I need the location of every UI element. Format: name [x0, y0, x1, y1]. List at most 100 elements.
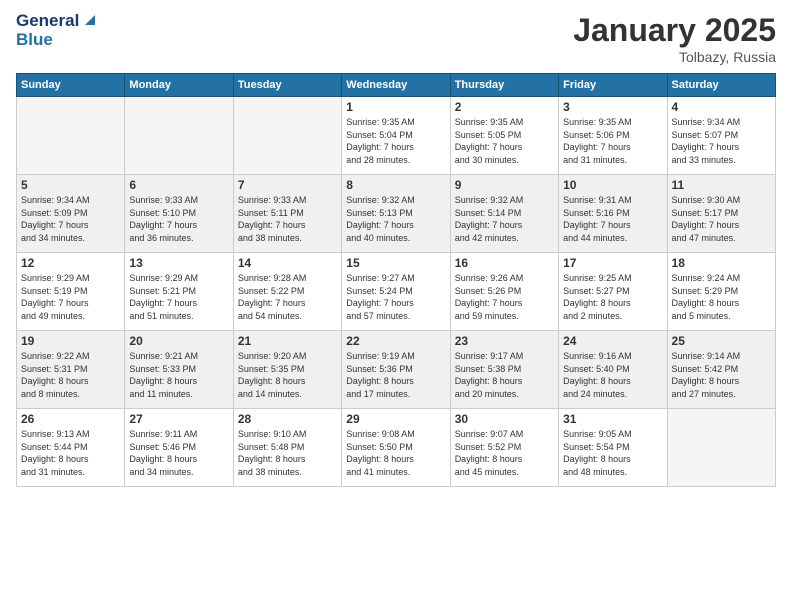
day-number: 5 [21, 178, 120, 192]
day-info: Sunrise: 9:05 AM Sunset: 5:54 PM Dayligh… [563, 428, 662, 478]
day-number: 6 [129, 178, 228, 192]
table-row: 23 Sunrise: 9:17 AM Sunset: 5:38 PM Dayli… [450, 331, 558, 409]
day-number: 31 [563, 412, 662, 426]
day-number: 13 [129, 256, 228, 270]
day-number: 3 [563, 100, 662, 114]
day-info: Sunrise: 9:07 AM Sunset: 5:52 PM Dayligh… [455, 428, 554, 478]
day-info: Sunrise: 9:32 AM Sunset: 5:14 PM Dayligh… [455, 194, 554, 244]
day-info: Sunrise: 9:35 AM Sunset: 5:05 PM Dayligh… [455, 116, 554, 166]
table-row: 31 Sunrise: 9:05 AM Sunset: 5:54 PM Dayli… [559, 409, 667, 487]
table-row: 2Sunrise: 9:35 AM Sunset: 5:05 PM Daylig… [450, 97, 558, 175]
day-info: Sunrise: 9:25 AM Sunset: 5:27 PM Dayligh… [563, 272, 662, 322]
day-info: Sunrise: 9:35 AM Sunset: 5:06 PM Dayligh… [563, 116, 662, 166]
col-tuesday: Tuesday [233, 74, 341, 97]
day-number: 18 [672, 256, 771, 270]
day-info: Sunrise: 9:20 AM Sunset: 5:35 PM Dayligh… [238, 350, 337, 400]
day-info: Sunrise: 9:21 AM Sunset: 5:33 PM Dayligh… [129, 350, 228, 400]
day-info: Sunrise: 9:35 AM Sunset: 5:04 PM Dayligh… [346, 116, 445, 166]
table-row: 26 Sunrise: 9:13 AM Sunset: 5:44 PM Dayli… [17, 409, 125, 487]
day-info: Sunrise: 9:17 AM Sunset: 5:38 PM Dayligh… [455, 350, 554, 400]
calendar-week-row: 1 Sunrise: 9:35 AM Sunset: 5:04 PM Daylig… [17, 97, 776, 175]
day-number: 30 [455, 412, 554, 426]
table-row: 16 Sunrise: 9:26 AM Sunset: 5:26 PM Dayli… [450, 253, 558, 331]
day-info: Sunrise: 9:33 AM Sunset: 5:11 PM Dayligh… [238, 194, 337, 244]
day-info: Sunrise: 9:19 AM Sunset: 5:36 PM Dayligh… [346, 350, 445, 400]
table-row: 22 Sunrise: 9:19 AM Sunset: 5:36 PM Dayli… [342, 331, 450, 409]
table-row: 27Sunrise: 9:11 AM Sunset: 5:46 PM Dayli… [125, 409, 233, 487]
col-wednesday: Wednesday [342, 74, 450, 97]
header: General Blue January 2025 Tolbazy, Russi… [16, 12, 776, 65]
day-info: Sunrise: 9:31 AM Sunset: 5:16 PM Dayligh… [563, 194, 662, 244]
day-number: 16 [455, 256, 554, 270]
day-number: 17 [563, 256, 662, 270]
calendar-week-row: 26 Sunrise: 9:13 AM Sunset: 5:44 PM Dayli… [17, 409, 776, 487]
col-monday: Monday [125, 74, 233, 97]
day-info: Sunrise: 9:11 AM Sunset: 5:46 PM Dayligh… [129, 428, 228, 478]
day-info: Sunrise: 9:34 AM Sunset: 5:07 PM Dayligh… [672, 116, 771, 166]
table-row: 13Sunrise: 9:29 AM Sunset: 5:21 PM Dayli… [125, 253, 233, 331]
table-row: 19Sunrise: 9:22 AM Sunset: 5:31 PM Dayli… [17, 331, 125, 409]
col-saturday: Saturday [667, 74, 775, 97]
table-row: 25Sunrise: 9:14 AM Sunset: 5:42 PM Dayli… [667, 331, 775, 409]
day-number: 20 [129, 334, 228, 348]
table-row: 7 Sunrise: 9:33 AM Sunset: 5:11 PM Daylig… [233, 175, 341, 253]
day-number: 10 [563, 178, 662, 192]
day-info: Sunrise: 9:33 AM Sunset: 5:10 PM Dayligh… [129, 194, 228, 244]
calendar-week-row: 19Sunrise: 9:22 AM Sunset: 5:31 PM Dayli… [17, 331, 776, 409]
day-number: 12 [21, 256, 120, 270]
table-row: 6 Sunrise: 9:33 AM Sunset: 5:10 PM Daylig… [125, 175, 233, 253]
day-info: Sunrise: 9:32 AM Sunset: 5:13 PM Dayligh… [346, 194, 445, 244]
col-sunday: Sunday [17, 74, 125, 97]
day-info: Sunrise: 9:27 AM Sunset: 5:24 PM Dayligh… [346, 272, 445, 322]
day-number: 15 [346, 256, 445, 270]
table-row [17, 97, 125, 175]
day-number: 7 [238, 178, 337, 192]
logo-icon [81, 11, 97, 27]
day-info: Sunrise: 9:30 AM Sunset: 5:17 PM Dayligh… [672, 194, 771, 244]
page: General Blue January 2025 Tolbazy, Russi… [0, 0, 792, 612]
day-number: 9 [455, 178, 554, 192]
col-friday: Friday [559, 74, 667, 97]
day-info: Sunrise: 9:28 AM Sunset: 5:22 PM Dayligh… [238, 272, 337, 322]
day-number: 21 [238, 334, 337, 348]
calendar-table: Sunday Monday Tuesday Wednesday Thursday… [16, 73, 776, 487]
logo-line1: General [16, 12, 79, 31]
day-number: 29 [346, 412, 445, 426]
table-row: 28Sunrise: 9:10 AM Sunset: 5:48 PM Dayli… [233, 409, 341, 487]
month-title: January 2025 [573, 12, 776, 49]
table-row: 12 Sunrise: 9:29 AM Sunset: 5:19 PM Dayli… [17, 253, 125, 331]
table-row [125, 97, 233, 175]
table-row: 11Sunrise: 9:30 AM Sunset: 5:17 PM Dayli… [667, 175, 775, 253]
table-row: 29 Sunrise: 9:08 AM Sunset: 5:50 PM Dayli… [342, 409, 450, 487]
day-number: 1 [346, 100, 445, 114]
day-number: 23 [455, 334, 554, 348]
day-info: Sunrise: 9:29 AM Sunset: 5:19 PM Dayligh… [21, 272, 120, 322]
title-block: January 2025 Tolbazy, Russia [573, 12, 776, 65]
day-number: 4 [672, 100, 771, 114]
table-row: 14 Sunrise: 9:28 AM Sunset: 5:22 PM Dayli… [233, 253, 341, 331]
table-row: 5Sunrise: 9:34 AM Sunset: 5:09 PM Daylig… [17, 175, 125, 253]
logo-line2: Blue [16, 31, 97, 50]
day-info: Sunrise: 9:14 AM Sunset: 5:42 PM Dayligh… [672, 350, 771, 400]
day-number: 22 [346, 334, 445, 348]
day-info: Sunrise: 9:24 AM Sunset: 5:29 PM Dayligh… [672, 272, 771, 322]
table-row: 15 Sunrise: 9:27 AM Sunset: 5:24 PM Dayli… [342, 253, 450, 331]
calendar-week-row: 5Sunrise: 9:34 AM Sunset: 5:09 PM Daylig… [17, 175, 776, 253]
day-info: Sunrise: 9:26 AM Sunset: 5:26 PM Dayligh… [455, 272, 554, 322]
logo: General Blue [16, 12, 97, 49]
day-number: 8 [346, 178, 445, 192]
table-row: 20 Sunrise: 9:21 AM Sunset: 5:33 PM Dayli… [125, 331, 233, 409]
day-info: Sunrise: 9:13 AM Sunset: 5:44 PM Dayligh… [21, 428, 120, 478]
col-thursday: Thursday [450, 74, 558, 97]
table-row: 9 Sunrise: 9:32 AM Sunset: 5:14 PM Daylig… [450, 175, 558, 253]
day-number: 26 [21, 412, 120, 426]
table-row [667, 409, 775, 487]
table-row: 10 Sunrise: 9:31 AM Sunset: 5:16 PM Dayli… [559, 175, 667, 253]
location-subtitle: Tolbazy, Russia [573, 49, 776, 65]
day-number: 19 [21, 334, 120, 348]
day-number: 14 [238, 256, 337, 270]
table-row: 21 Sunrise: 9:20 AM Sunset: 5:35 PM Dayli… [233, 331, 341, 409]
table-row: 1 Sunrise: 9:35 AM Sunset: 5:04 PM Daylig… [342, 97, 450, 175]
table-row: 24Sunrise: 9:16 AM Sunset: 5:40 PM Dayli… [559, 331, 667, 409]
day-info: Sunrise: 9:08 AM Sunset: 5:50 PM Dayligh… [346, 428, 445, 478]
